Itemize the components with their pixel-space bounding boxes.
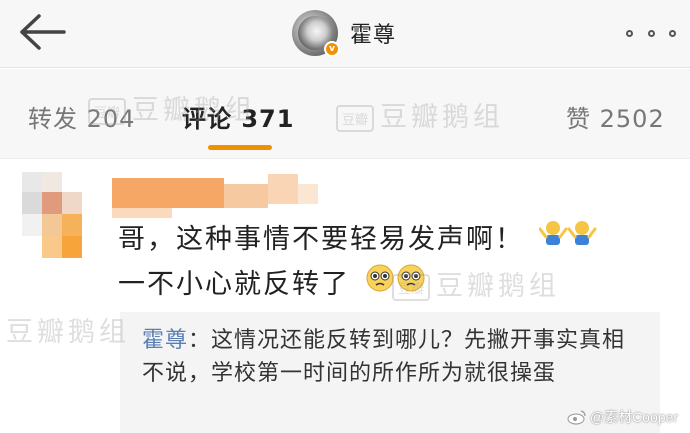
comment-line-2: 一不小心就反转了 — [118, 268, 350, 300]
reply-content: ：这情况还能反转到哪儿？先撇开事实真相不说，学校第一时间的所作所为就很操蛋 — [142, 328, 626, 386]
comment-item: 哥，这种事情不要轻易发声啊！ 一不小心就反转了 霍尊：这情况还能反转到哪儿？先撇… — [0, 160, 690, 433]
back-button[interactable] — [16, 10, 68, 54]
avatar[interactable]: v — [292, 10, 340, 57]
profile-header[interactable]: v 霍尊 — [292, 8, 396, 58]
username-blurred[interactable] — [112, 170, 322, 220]
shrug-emoji-icon — [538, 219, 597, 263]
username[interactable]: 霍尊 — [350, 17, 396, 49]
reply-text: 霍尊：这情况还能反转到哪儿？先撇开事实真相不说，学校第一时间的所作所为就很操蛋 — [142, 324, 642, 390]
top-bar: v 霍尊 — [0, 0, 690, 68]
avatar-blurred[interactable] — [22, 172, 82, 260]
tab-like-count: 2502 — [599, 105, 665, 133]
more-dots-icon[interactable] — [626, 20, 676, 46]
comment-line-1: 哥，这种事情不要轻易发声啊！ — [118, 224, 524, 255]
credit-watermark: @素材Cooper — [567, 407, 678, 427]
tab-repost-label: 转发 — [28, 105, 78, 133]
tab-comment[interactable]: 评论 371 — [182, 99, 294, 134]
watermark: 豆瓣 豆瓣鹅组 — [336, 95, 504, 134]
reply-username[interactable]: 霍尊 — [142, 328, 188, 353]
weibo-logo-icon — [567, 410, 586, 425]
watermark: 豆瓣鹅组 — [6, 317, 130, 348]
active-tab-indicator — [208, 145, 272, 150]
tab-repost[interactable]: 转发 204 — [28, 99, 135, 134]
tab-bar: 转发 204 评论 371 赞 2502 豆瓣 豆瓣鹅组 — [0, 69, 690, 159]
pleading-face-emoji-icon — [365, 263, 427, 307]
arrow-left-icon — [20, 14, 66, 50]
tab-comment-label: 评论 — [182, 105, 232, 133]
comment-text: 哥，这种事情不要轻易发声啊！ 一不小心就反转了 — [118, 218, 597, 307]
tab-like[interactable]: 赞 2502 — [566, 99, 665, 134]
tab-repost-count: 204 — [86, 105, 136, 133]
verified-badge: v — [324, 41, 340, 57]
tab-comment-count: 371 — [241, 105, 295, 133]
tab-like-label: 赞 — [566, 105, 591, 133]
